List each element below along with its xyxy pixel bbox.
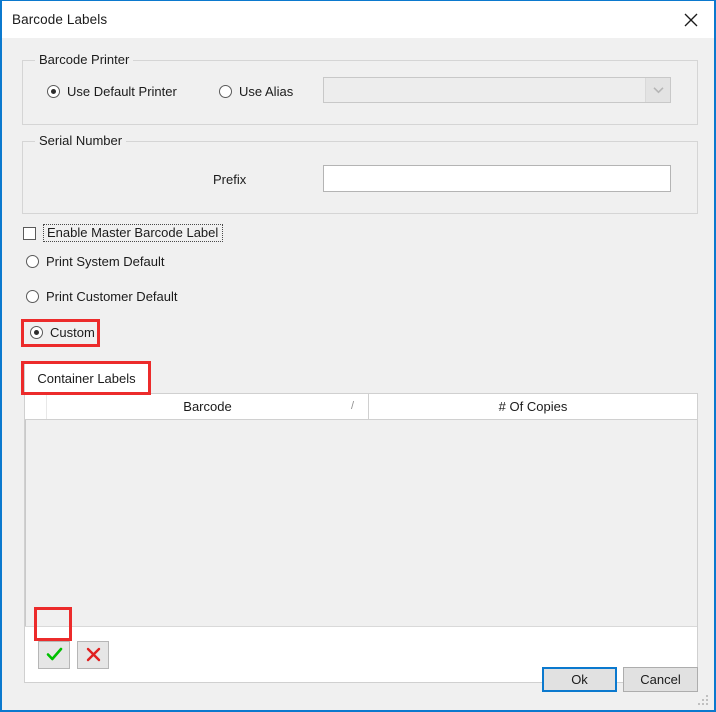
ok-button[interactable]: Ok [542, 667, 617, 692]
barcode-labels-dialog: Barcode Labels Barcode Printer Use Defau… [0, 0, 716, 712]
barcode-printer-group: Barcode Printer Use Default Printer Use … [22, 52, 698, 125]
x-icon [86, 647, 100, 662]
sort-indicator-icon: / [350, 400, 354, 412]
serial-number-group: Serial Number Prefix [22, 133, 698, 214]
radio-print-system-default-indicator [26, 255, 39, 268]
resize-grip-glyph [698, 695, 708, 705]
grid-column-barcode[interactable]: Barcode / [47, 394, 369, 419]
tab-container-labels-label: Container Labels [37, 371, 136, 386]
dialog-body: Barcode Printer Use Default Printer Use … [2, 38, 714, 710]
close-icon[interactable] [668, 1, 714, 38]
radio-use-default-printer-indicator [47, 85, 60, 98]
grid-column-copies[interactable]: # Of Copies [369, 394, 697, 419]
radio-custom[interactable]: Custom [30, 325, 95, 340]
radio-print-customer-default[interactable]: Print Customer Default [26, 289, 178, 304]
grid-header-row: Barcode / # Of Copies [25, 394, 697, 420]
chevron-down-glyph [652, 87, 664, 94]
check-icon [46, 647, 62, 661]
tab-container-labels[interactable]: Container Labels [24, 363, 149, 393]
printer-alias-combobox[interactable] [323, 77, 671, 103]
prefix-label: Prefix [213, 172, 247, 187]
grid-rows-area[interactable] [25, 420, 697, 627]
resize-grip-icon[interactable] [697, 694, 710, 707]
checkbox-enable-master-barcode-label-text: Enable Master Barcode Label [43, 224, 224, 242]
radio-print-customer-default-label: Print Customer Default [46, 289, 178, 304]
grid-column-barcode-label: Barcode [183, 399, 232, 414]
serial-number-legend: Serial Number [35, 133, 127, 148]
title-bar: Barcode Labels [2, 0, 714, 38]
radio-use-alias-indicator [219, 85, 232, 98]
radio-print-system-default[interactable]: Print System Default [26, 254, 165, 269]
radio-print-system-default-label: Print System Default [46, 254, 165, 269]
radio-print-customer-default-indicator [26, 290, 39, 303]
window-title: Barcode Labels [12, 12, 108, 27]
radio-custom-indicator [30, 326, 43, 339]
container-labels-grid: Barcode / # Of Copies [24, 393, 698, 683]
barcode-printer-legend: Barcode Printer [35, 52, 134, 67]
radio-use-alias-label: Use Alias [239, 84, 294, 99]
checkbox-enable-master-barcode-label[interactable]: Enable Master Barcode Label [23, 224, 224, 242]
grid-column-copies-label: # Of Copies [498, 399, 568, 414]
close-glyph [684, 13, 698, 26]
chevron-down-icon[interactable] [645, 78, 670, 102]
radio-use-alias[interactable]: Use Alias [219, 84, 293, 99]
checkbox-enable-master-barcode-label-indicator [23, 226, 36, 240]
cancel-edit-button[interactable] [77, 640, 109, 669]
cancel-button[interactable]: Cancel [623, 667, 698, 692]
accept-button[interactable] [38, 640, 70, 669]
radio-custom-label: Custom [50, 325, 95, 340]
grid-column-row-indicator [25, 394, 47, 419]
radio-use-default-printer[interactable]: Use Default Printer [47, 84, 177, 99]
radio-use-default-printer-label: Use Default Printer [67, 84, 177, 99]
prefix-input[interactable] [323, 165, 671, 192]
